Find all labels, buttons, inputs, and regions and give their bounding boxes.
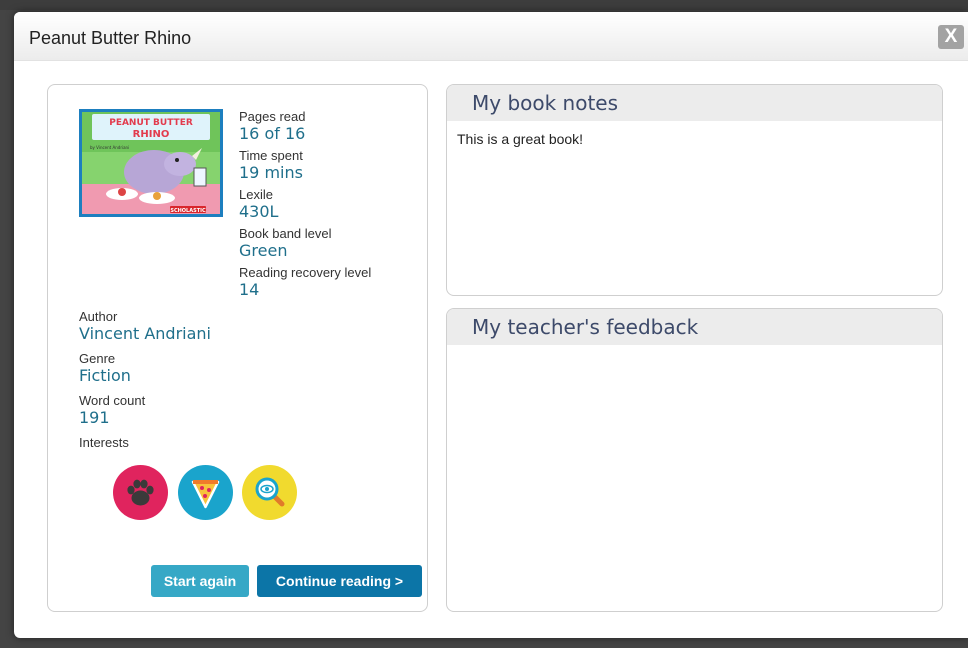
reading-recovery-value: 14 xyxy=(239,280,260,299)
book-notes-text[interactable]: This is a great book! xyxy=(447,121,942,157)
book-details-modal: Peanut Butter Rhino X PEANUT BUTTER RHIN… xyxy=(14,12,968,638)
author-label: Author xyxy=(79,309,118,324)
genre-label: Genre xyxy=(79,351,116,366)
time-spent-label: Time spent xyxy=(239,148,303,163)
cover-title-line1: PEANUT BUTTER xyxy=(109,118,193,128)
close-button[interactable]: X xyxy=(938,25,964,49)
book-band-label: Book band level xyxy=(239,226,332,241)
reading-stats: Pages read 16 of 16 Time spent 19 mins L… xyxy=(239,109,419,304)
continue-reading-button[interactable]: Continue reading > xyxy=(257,565,422,597)
teacher-feedback-panel: My teacher's feedback xyxy=(446,308,943,612)
book-notes-heading: My book notes xyxy=(447,85,942,121)
book-band-value: Green xyxy=(239,241,288,260)
lexile-value: 430L xyxy=(239,202,279,221)
pages-read-label: Pages read xyxy=(239,109,306,124)
start-again-button[interactable]: Start again xyxy=(151,565,249,597)
teacher-feedback-heading: My teacher's feedback xyxy=(447,309,942,345)
teacher-feedback-text xyxy=(447,345,942,365)
time-spent-value: 19 mins xyxy=(239,163,303,182)
word-count-label: Word count xyxy=(79,393,146,408)
book-cover[interactable]: PEANUT BUTTER RHINO by Vincent Andriani … xyxy=(79,109,223,217)
interests-label: Interests xyxy=(79,435,129,450)
magnifier-eye-icon[interactable] xyxy=(242,465,297,520)
pages-read-value: 16 of 16 xyxy=(239,124,306,143)
modal-title: Peanut Butter Rhino xyxy=(29,28,192,48)
book-notes-panel: My book notes This is a great book! xyxy=(446,84,943,296)
interests-list xyxy=(113,465,313,521)
genre-value: Fiction xyxy=(79,366,131,385)
pizza-icon[interactable] xyxy=(178,465,233,520)
book-details-panel: PEANUT BUTTER RHINO by Vincent Andriani … xyxy=(47,84,428,612)
book-cover-art: PEANUT BUTTER RHINO by Vincent Andriani … xyxy=(82,112,220,214)
paw-icon[interactable] xyxy=(113,465,168,520)
author-value: Vincent Andriani xyxy=(79,324,211,343)
cover-title-line2: RHINO xyxy=(133,129,170,140)
reading-recovery-label: Reading recovery level xyxy=(239,265,372,280)
word-count-value: 191 xyxy=(79,408,110,427)
book-meta: Author Vincent Andriani Genre Fiction Wo… xyxy=(79,309,409,450)
cover-byline: by Vincent Andriani xyxy=(90,145,129,150)
modal-header: Peanut Butter Rhino X xyxy=(14,12,968,61)
lexile-label: Lexile xyxy=(239,187,273,202)
cover-publisher: SCHOLASTIC xyxy=(170,208,206,214)
